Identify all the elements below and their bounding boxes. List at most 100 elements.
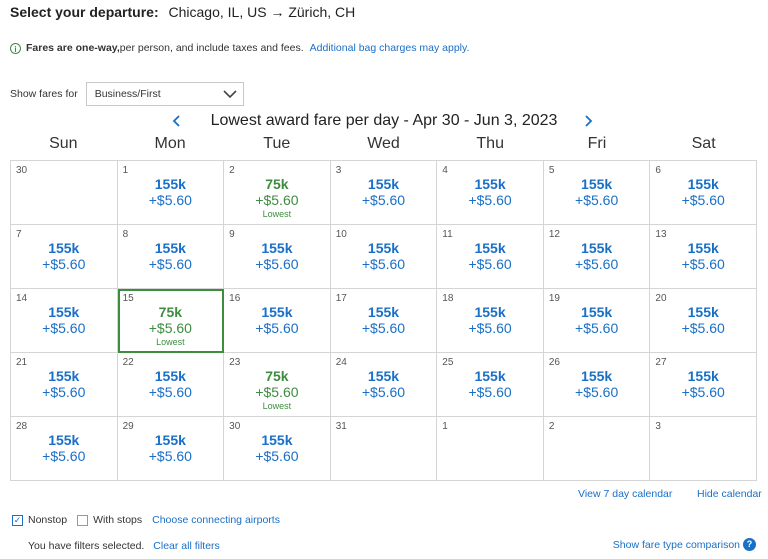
fare-calendar-grid: 30 1 155k +$5.60 2 75k +$5.60 Lowest 3 155k +$5.60…	[10, 160, 757, 481]
calendar-day-cell[interactable]: 15 75k +$5.60 Lowest	[117, 289, 225, 353]
fare-taxes: +$5.60	[255, 320, 299, 336]
fare-taxes: +$5.60	[148, 384, 192, 400]
calendar-day-cell[interactable]: 2 75k +$5.60 Lowest	[224, 161, 331, 225]
calendar-day-cell[interactable]: 18 155k +$5.60	[437, 289, 544, 353]
day-number: 2	[229, 165, 235, 176]
calendar-day-cell[interactable]: 29 155k +$5.60	[117, 417, 225, 481]
fare-filter: Show fares for Business/First	[10, 82, 244, 106]
departure-header: Select your departure: Chicago, IL, US →…	[10, 4, 355, 20]
fare-info: 155k +$5.60	[331, 176, 437, 209]
choose-connecting-airports-link[interactable]: Choose connecting airports	[152, 514, 280, 526]
calendar-day-cell[interactable]: 14 155k +$5.60	[11, 289, 118, 353]
day-number: 3	[335, 165, 342, 176]
calendar-day-cell: 30	[11, 161, 118, 225]
fare-miles: 155k	[687, 176, 719, 192]
calendar-day-cell[interactable]: 20 155k +$5.60	[650, 289, 757, 353]
clear-all-filters-link[interactable]: Clear all filters	[153, 540, 220, 552]
fare-miles: 155k	[261, 304, 293, 320]
fare-miles: 155k	[581, 176, 613, 192]
calendar-day-cell[interactable]: 10 155k +$5.60	[330, 225, 438, 289]
day-number: 18	[442, 293, 454, 304]
day-number: 5	[548, 165, 555, 176]
fare-taxes: +$5.60	[148, 256, 192, 272]
fare-taxes: +$5.60	[148, 448, 192, 464]
fare-info: 75k +$5.60 Lowest	[224, 176, 330, 220]
calendar-day-cell[interactable]: 25 155k +$5.60	[437, 353, 544, 417]
weekday-fri: Fri	[587, 135, 607, 152]
calendar-day-cell[interactable]: 22 155k +$5.60	[117, 353, 225, 417]
fare-miles: 155k	[367, 304, 400, 320]
fare-notice: i Fares are one-way, per person, and inc…	[10, 42, 469, 54]
day-number: 26	[548, 357, 560, 368]
help-circle-icon: ?	[743, 538, 756, 551]
calendar-day-cell[interactable]: 4 155k +$5.60	[437, 161, 544, 225]
next-month-button[interactable]	[583, 114, 593, 133]
day-number: 17	[335, 293, 347, 304]
fare-info: 155k +$5.60	[544, 304, 650, 337]
fare-info: 155k +$5.60	[224, 432, 330, 465]
day-number: 1	[122, 165, 129, 176]
fare-info: 155k +$5.60	[650, 304, 756, 337]
fare-info: 155k +$5.60	[650, 176, 756, 209]
fare-taxes: +$5.60	[575, 320, 619, 336]
nonstop-checkbox[interactable]: ✓	[12, 514, 23, 526]
calendar-day-cell[interactable]: 8 155k +$5.60	[117, 225, 225, 289]
fare-taxes: +$5.60	[468, 384, 512, 400]
fare-miles: 155k	[474, 176, 506, 192]
day-number: 29	[122, 421, 134, 432]
fare-info: 155k +$5.60	[650, 368, 756, 401]
calendar-day-cell[interactable]: 9 155k +$5.60	[224, 225, 331, 289]
fare-miles: 155k	[581, 304, 613, 320]
calendar-day-cell[interactable]: 26 155k +$5.60	[543, 353, 651, 417]
view-7-day-calendar-link[interactable]: View 7 day calendar	[578, 488, 672, 500]
calendar-day-cell[interactable]: 5 155k +$5.60	[543, 161, 651, 225]
filter-status: You have filters selected. Clear all fil…	[28, 540, 220, 552]
weekday-mon: Mon	[154, 135, 186, 152]
fare-taxes: +$5.60	[361, 256, 406, 272]
lowest-badge: Lowest	[262, 401, 292, 411]
calendar-day-cell[interactable]: 21 155k +$5.60	[11, 353, 118, 417]
fare-taxes: +$5.60	[575, 256, 619, 272]
calendar-day-cell[interactable]: 3 155k +$5.60	[330, 161, 438, 225]
fare-filter-label: Show fares for	[10, 88, 78, 100]
with-stops-filter[interactable]: With stops	[77, 514, 142, 526]
calendar-day-cell[interactable]: 24 155k +$5.60	[330, 353, 438, 417]
fare-miles: 155k	[367, 240, 400, 256]
day-number: 6	[655, 165, 661, 176]
calendar-day-cell[interactable]: 6 155k +$5.60	[650, 161, 757, 225]
calendar-day-cell[interactable]: 16 155k +$5.60	[224, 289, 331, 353]
compare-label: Show fare type comparison	[612, 538, 740, 551]
lowest-badge: Lowest	[156, 337, 185, 347]
calendar-day-cell: 2	[543, 417, 651, 481]
fare-miles: 155k	[48, 432, 80, 448]
calendar-day-cell[interactable]: 28 155k +$5.60	[11, 417, 118, 481]
calendar-day-cell[interactable]: 12 155k +$5.60	[543, 225, 651, 289]
stop-filters: ✓ Nonstop With stops Choose connecting a…	[12, 514, 280, 526]
day-number: 23	[229, 357, 241, 368]
nonstop-filter[interactable]: ✓ Nonstop	[12, 514, 67, 526]
day-number: 14	[16, 293, 28, 304]
calendar-day-cell[interactable]: 11 155k +$5.60	[437, 225, 544, 289]
fare-type-comparison-link[interactable]: Show fare type comparison ?	[613, 538, 756, 551]
notice-bold: Fares are one-way,	[26, 42, 120, 54]
calendar-day-cell[interactable]: 17 155k +$5.60	[330, 289, 438, 353]
calendar-day-cell[interactable]: 27 155k +$5.60	[650, 353, 757, 417]
calendar-day-cell: 3	[650, 417, 757, 481]
fare-taxes: +$5.60	[42, 448, 86, 464]
with-stops-checkbox[interactable]	[77, 514, 89, 526]
calendar-day-cell[interactable]: 13 155k +$5.60	[650, 225, 757, 289]
day-number: 25	[442, 357, 454, 368]
calendar-day-cell[interactable]: 23 75k +$5.60 Lowest	[224, 353, 331, 417]
fare-taxes: +$5.60	[255, 192, 299, 208]
fare-class-select[interactable]: Business/First	[85, 82, 244, 106]
calendar-day-cell[interactable]: 30 155k +$5.60	[224, 417, 331, 481]
fare-info: 155k +$5.60	[331, 240, 437, 273]
hide-calendar-link[interactable]: Hide calendar	[697, 488, 762, 500]
weekday-wed: Wed	[367, 135, 400, 152]
calendar-day-cell[interactable]: 7 155k +$5.60	[11, 225, 118, 289]
calendar-day-cell[interactable]: 1 155k +$5.60	[117, 161, 225, 225]
bag-charges-link[interactable]: Additional bag charges may apply.	[310, 42, 470, 54]
calendar-day-cell[interactable]: 19 155k +$5.60	[543, 289, 651, 353]
fare-info: 155k +$5.60	[437, 176, 543, 209]
fare-info: 155k +$5.60	[118, 368, 224, 401]
